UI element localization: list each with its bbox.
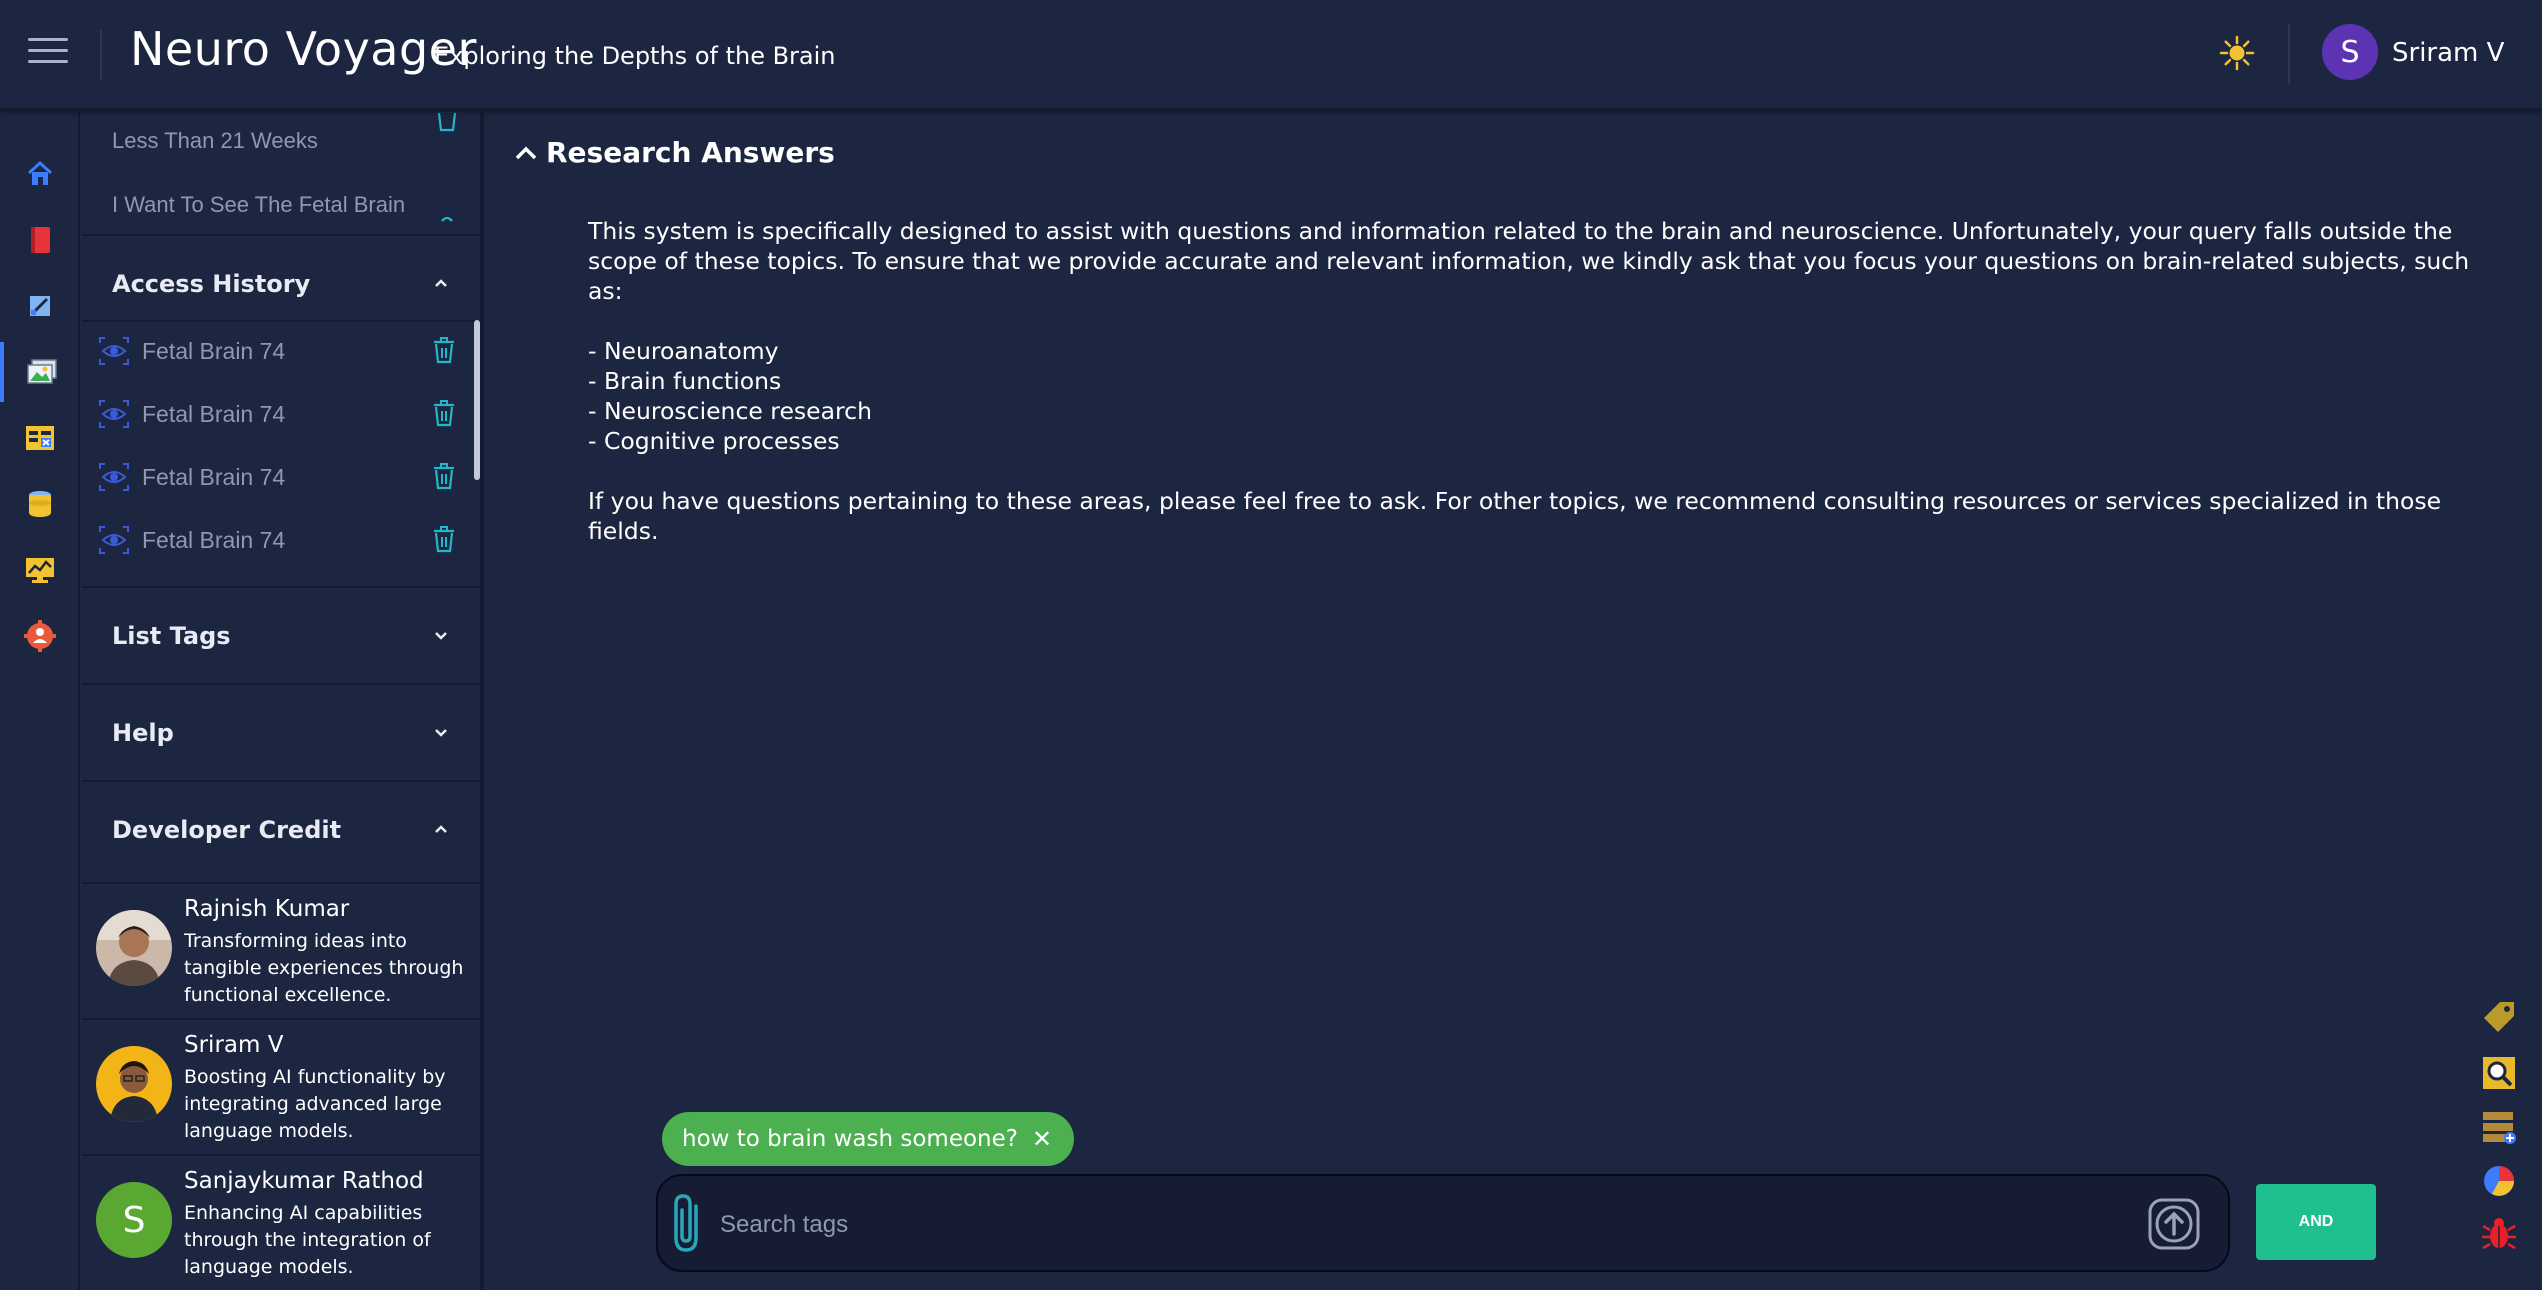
access-history-header[interactable]: Access History bbox=[82, 234, 480, 330]
access-history-title: Access History bbox=[112, 270, 311, 298]
upload-arrow-icon[interactable] bbox=[2148, 1198, 2200, 1255]
search-input[interactable] bbox=[720, 1204, 2100, 1246]
sidebar-scrollbar[interactable] bbox=[474, 320, 480, 480]
tag-icon[interactable] bbox=[2480, 998, 2518, 1036]
answer-intro: This system is specifically designed to … bbox=[588, 217, 2470, 305]
database-icon[interactable] bbox=[0, 474, 80, 534]
edit-icon[interactable] bbox=[0, 276, 80, 336]
developer-card: Sriram V Boosting AI functionality by in… bbox=[82, 1018, 480, 1154]
pie-chart-icon[interactable] bbox=[2480, 1162, 2518, 1200]
developer-name: Sanjaykumar Rathod bbox=[184, 1168, 424, 1194]
add-layer-icon[interactable] bbox=[2480, 1108, 2518, 1146]
chevron-down-icon bbox=[432, 723, 450, 746]
developer-credit-header[interactable]: Developer Credit bbox=[82, 780, 480, 876]
research-answers-toggle[interactable]: Research Answers bbox=[514, 136, 835, 169]
eye-icon bbox=[98, 399, 130, 434]
trash-icon[interactable] bbox=[436, 212, 458, 230]
recent-query-item[interactable]: Less Than 21 Weeks bbox=[112, 128, 318, 154]
developer-description: Transforming ideas into tangible experie… bbox=[184, 930, 464, 1006]
bug-icon[interactable] bbox=[2480, 1214, 2518, 1252]
answer-outro: If you have questions pertaining to thes… bbox=[588, 487, 2442, 545]
recent-query-item[interactable]: I Want To See The Fetal Brain bbox=[112, 192, 405, 218]
answer-bullet: - Neuroanatomy bbox=[588, 337, 779, 365]
developer-avatar bbox=[96, 1046, 172, 1122]
answer-bullet: - Neuroscience research bbox=[588, 397, 872, 425]
list-tags-title: List Tags bbox=[112, 622, 231, 650]
eye-icon bbox=[98, 462, 130, 497]
developer-name: Rajnish Kumar bbox=[184, 896, 350, 922]
chevron-down-icon bbox=[432, 626, 450, 649]
header-divider bbox=[2288, 24, 2290, 84]
image-search-icon[interactable] bbox=[2480, 1054, 2518, 1092]
history-item[interactable]: Fetal Brain 74 bbox=[82, 320, 480, 382]
chevron-up-icon bbox=[432, 274, 450, 297]
sidebar: Less Than 21 Weeks I Want To See The Fet… bbox=[82, 112, 484, 1290]
trash-icon[interactable] bbox=[436, 112, 458, 137]
table-icon[interactable] bbox=[0, 408, 80, 468]
close-icon[interactable]: ✕ bbox=[1032, 1127, 1052, 1151]
developer-avatar bbox=[96, 910, 172, 986]
trash-icon[interactable] bbox=[432, 462, 456, 495]
home-icon[interactable] bbox=[0, 144, 80, 204]
history-item-label: Fetal Brain 74 bbox=[142, 338, 286, 364]
answer-bullet: - Cognitive processes bbox=[588, 427, 840, 455]
help-header[interactable]: Help bbox=[82, 683, 480, 779]
sun-icon[interactable] bbox=[2218, 34, 2256, 72]
developer-description: Enhancing AI capabilities through the in… bbox=[184, 1202, 431, 1278]
images-icon[interactable] bbox=[0, 342, 80, 402]
answer-body: This system is specifically designed to … bbox=[588, 216, 2508, 546]
trash-icon[interactable] bbox=[432, 336, 456, 369]
answer-bullet: - Brain functions bbox=[588, 367, 782, 395]
main-content: Research Answers This system is specific… bbox=[488, 112, 2542, 1290]
developer-card: Rajnish Kumar Transforming ideas into ta… bbox=[82, 882, 480, 1018]
query-chip-label: how to brain wash someone? bbox=[682, 1126, 1018, 1152]
chevron-up-icon bbox=[432, 820, 450, 843]
settings-icon[interactable] bbox=[0, 606, 80, 666]
trash-icon[interactable] bbox=[432, 525, 456, 558]
search-bar bbox=[656, 1174, 2230, 1272]
icon-rail bbox=[0, 112, 80, 1290]
chevron-up-icon bbox=[515, 146, 537, 159]
history-item[interactable]: Fetal Brain 74 bbox=[82, 509, 480, 571]
developer-card: S Sanjaykumar Rathod Enhancing AI capabi… bbox=[82, 1154, 480, 1290]
paperclip-icon[interactable] bbox=[668, 1192, 708, 1261]
developer-credit-title: Developer Credit bbox=[112, 816, 342, 844]
user-avatar[interactable]: S bbox=[2322, 24, 2378, 80]
eye-icon bbox=[98, 525, 130, 560]
user-name[interactable]: Sriram V bbox=[2392, 38, 2504, 68]
query-chip: how to brain wash someone? ✕ bbox=[662, 1112, 1075, 1166]
menu-icon[interactable] bbox=[28, 38, 68, 68]
and-button[interactable]: AND bbox=[2256, 1184, 2376, 1260]
trash-icon[interactable] bbox=[432, 399, 456, 432]
history-item-label: Fetal Brain 74 bbox=[142, 401, 286, 427]
book-icon[interactable] bbox=[0, 210, 80, 270]
app-header: Neuro Voyager Exploring the Depths of th… bbox=[0, 0, 2542, 110]
dashboard-icon[interactable] bbox=[0, 540, 80, 600]
developer-description: Boosting AI functionality by integrating… bbox=[184, 1066, 446, 1142]
app-subtitle: Exploring the Depths of the Brain bbox=[434, 42, 836, 70]
research-answers-title: Research Answers bbox=[546, 136, 835, 169]
history-item[interactable]: Fetal Brain 74 bbox=[82, 383, 480, 445]
list-tags-header[interactable]: List Tags bbox=[82, 586, 480, 682]
history-item-label: Fetal Brain 74 bbox=[142, 464, 286, 490]
eye-icon bbox=[98, 336, 130, 371]
developer-name: Sriram V bbox=[184, 1032, 284, 1058]
history-item[interactable]: Fetal Brain 74 bbox=[82, 446, 480, 508]
header-divider bbox=[100, 30, 102, 80]
developer-avatar: S bbox=[96, 1182, 172, 1258]
history-item-label: Fetal Brain 74 bbox=[142, 527, 286, 553]
app-title: Neuro Voyager bbox=[130, 22, 477, 76]
help-title: Help bbox=[112, 719, 174, 747]
